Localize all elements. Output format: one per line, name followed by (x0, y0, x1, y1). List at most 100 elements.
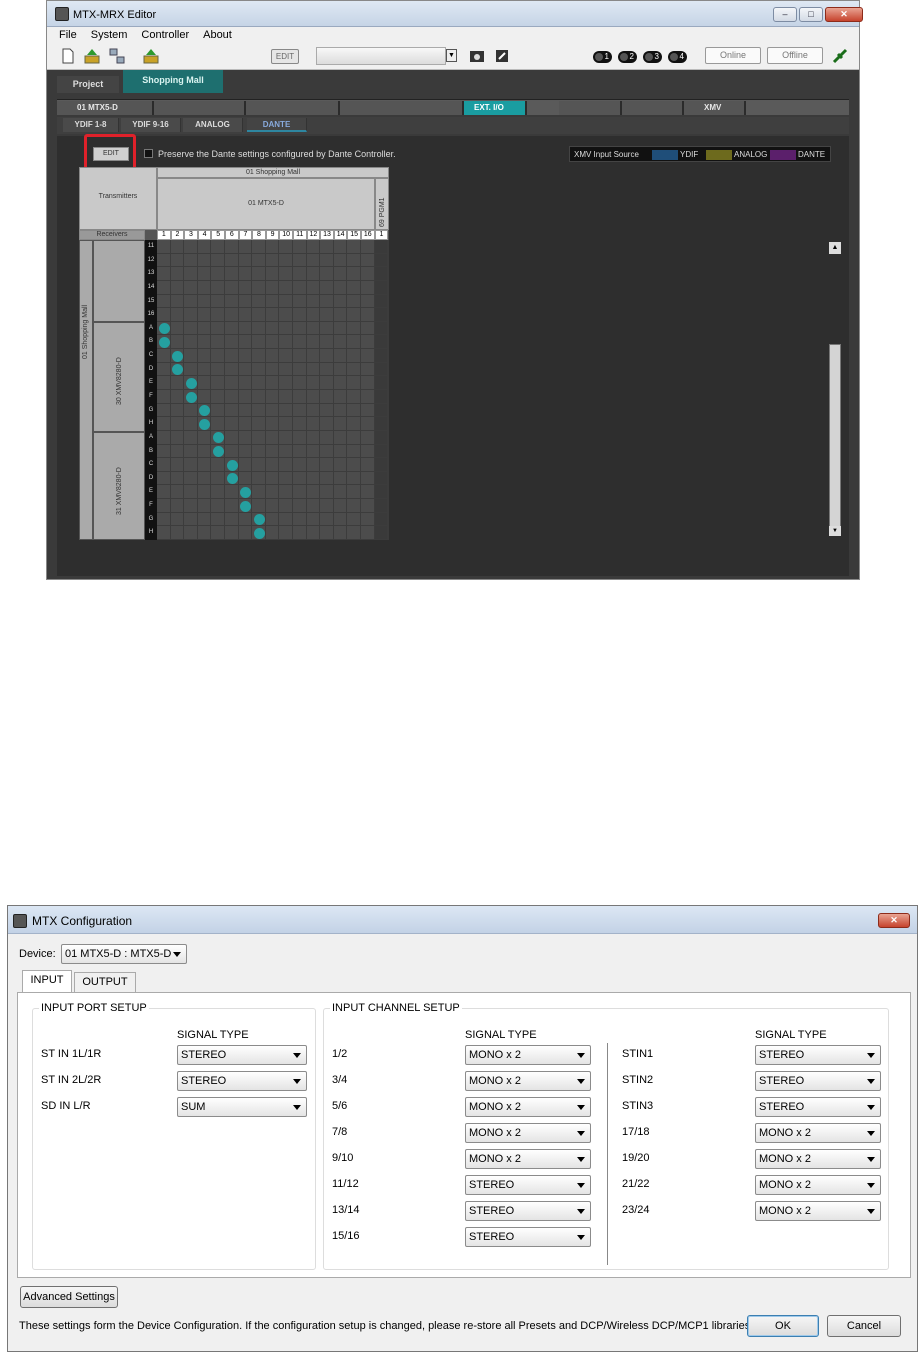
patch-cell[interactable] (170, 512, 185, 527)
patch-cell[interactable] (279, 376, 293, 390)
patch-cell[interactable] (293, 335, 307, 350)
patch-cell[interactable] (211, 280, 225, 295)
patch-cell[interactable] (252, 499, 266, 513)
patch-cell[interactable] (293, 499, 307, 513)
patch-cell[interactable] (293, 253, 307, 268)
patch-cell[interactable] (361, 512, 375, 527)
patch-cell[interactable] (170, 471, 185, 486)
patch-cell[interactable] (361, 294, 375, 309)
patch-grid[interactable] (157, 240, 389, 540)
patch-cell[interactable] (197, 499, 212, 513)
patch-cell[interactable] (306, 335, 321, 350)
patch-cell[interactable] (333, 349, 348, 363)
patch-cell[interactable] (197, 267, 212, 281)
patch-cell[interactable] (184, 280, 198, 295)
patch-cell[interactable] (293, 390, 307, 404)
patch-cell[interactable] (265, 349, 280, 363)
patch-cell[interactable] (157, 403, 171, 418)
signal-type-select[interactable]: MONO x 2 (465, 1071, 591, 1091)
patch-point[interactable] (226, 473, 238, 485)
patch-cell[interactable] (306, 321, 321, 336)
patch-cell[interactable] (211, 321, 225, 336)
signal-type-select[interactable]: MONO x 2 (465, 1045, 591, 1065)
patch-cell[interactable] (333, 417, 348, 431)
signal-type-select[interactable]: STEREO (465, 1201, 591, 1221)
patch-cell[interactable] (157, 362, 171, 377)
patch-cell[interactable] (374, 390, 389, 404)
patch-cell[interactable] (252, 430, 266, 445)
patch-cell[interactable] (170, 294, 185, 309)
patch-cell[interactable] (238, 471, 253, 486)
dialog-close-icon[interactable]: ✕ (878, 913, 910, 928)
patch-cell[interactable] (225, 390, 239, 404)
signal-type-select[interactable]: MONO x 2 (755, 1123, 881, 1143)
patch-cell[interactable] (157, 526, 171, 540)
patch-cell[interactable] (211, 376, 225, 390)
patch-cell[interactable] (306, 444, 321, 459)
patch-cell[interactable] (184, 349, 198, 363)
patch-cell[interactable] (361, 267, 375, 281)
patch-cell[interactable] (279, 267, 293, 281)
patch-cell[interactable] (265, 430, 280, 445)
patch-cell[interactable] (225, 417, 239, 431)
patch-cell[interactable] (279, 444, 293, 459)
patch-cell[interactable] (252, 294, 266, 309)
tab-ydif-9-16[interactable]: YDIF 9-16 (121, 118, 181, 132)
patch-cell[interactable] (361, 240, 375, 254)
patch-cell[interactable] (293, 267, 307, 281)
patch-cell[interactable] (347, 485, 361, 500)
patch-cell[interactable] (306, 417, 321, 431)
patch-cell[interactable] (170, 444, 185, 459)
patch-cell[interactable] (252, 267, 266, 281)
patch-cell[interactable] (293, 403, 307, 418)
patch-point[interactable] (253, 514, 265, 526)
patch-cell[interactable] (333, 240, 348, 254)
patch-cell[interactable] (184, 240, 198, 254)
patch-cell[interactable] (252, 376, 266, 390)
patch-cell[interactable] (306, 430, 321, 445)
patch-cell[interactable] (157, 308, 171, 322)
patch-cell[interactable] (347, 471, 361, 486)
patch-cell[interactable] (374, 499, 389, 513)
device-tab-ext-io[interactable]: EXT. I/O (464, 101, 527, 115)
link-icon[interactable] (494, 48, 510, 64)
patch-point[interactable] (240, 486, 252, 498)
signal-type-select[interactable]: STEREO (177, 1045, 307, 1065)
patch-cell[interactable] (184, 458, 198, 472)
patch-cell[interactable] (184, 321, 198, 336)
patch-cell[interactable] (184, 267, 198, 281)
camera-icon[interactable] (469, 48, 485, 64)
patch-cell[interactable] (333, 512, 348, 527)
scroll-down-icon[interactable]: ▼ (829, 526, 841, 536)
patch-cell[interactable] (306, 294, 321, 309)
menu-system[interactable]: System (91, 27, 128, 43)
patch-cell[interactable] (211, 349, 225, 363)
patch-cell[interactable] (320, 335, 334, 350)
patch-cell[interactable] (320, 376, 334, 390)
patch-cell[interactable] (252, 485, 266, 500)
patch-cell[interactable] (320, 526, 334, 540)
patch-cell[interactable] (225, 485, 239, 500)
patch-cell[interactable] (252, 471, 266, 486)
patch-cell[interactable] (306, 526, 321, 540)
patch-cell[interactable] (333, 280, 348, 295)
menu-about[interactable]: About (203, 27, 232, 43)
patch-cell[interactable] (197, 430, 212, 445)
patch-cell[interactable] (211, 499, 225, 513)
patch-point[interactable] (158, 336, 170, 348)
patch-cell[interactable] (184, 308, 198, 322)
cancel-button[interactable]: Cancel (827, 1315, 901, 1337)
patch-cell[interactable] (374, 308, 389, 322)
patch-cell[interactable] (306, 362, 321, 377)
patch-cell[interactable] (184, 403, 198, 418)
patch-cell[interactable] (157, 240, 171, 254)
patch-cell[interactable] (265, 485, 280, 500)
device-badge-3[interactable]: 3 (643, 51, 662, 63)
signal-type-select[interactable]: MONO x 2 (465, 1149, 591, 1169)
patch-cell[interactable] (306, 308, 321, 322)
patch-cell[interactable] (225, 430, 239, 445)
menu-controller[interactable]: Controller (141, 27, 189, 43)
patch-cell[interactable] (361, 526, 375, 540)
save-icon[interactable] (143, 48, 159, 64)
patch-cell[interactable] (157, 471, 171, 486)
